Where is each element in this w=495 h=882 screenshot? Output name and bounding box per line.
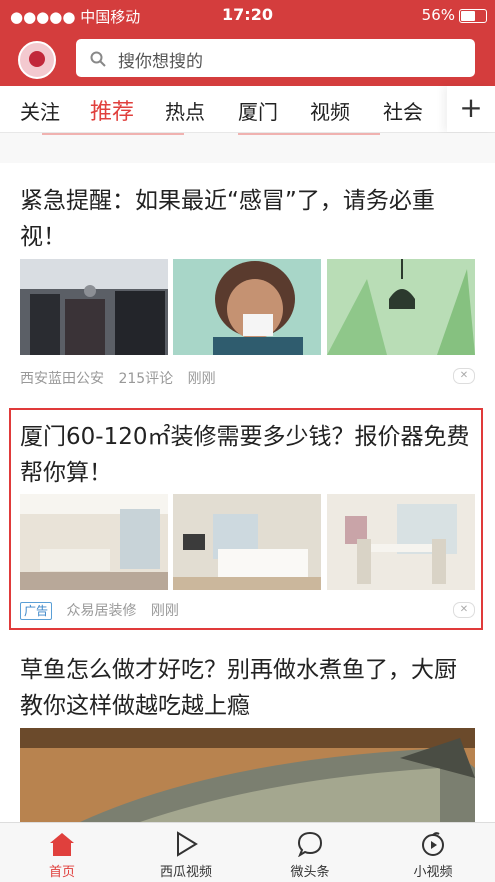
pull-indicator — [238, 133, 380, 135]
ad-title[interactable]: 厦门60-120㎡装修需要多少钱？报价器免费帮你算！ — [20, 419, 475, 491]
ad-meta: 广告 众易居装修 刚刚 — [20, 600, 475, 620]
tab-shehui[interactable]: 社会 — [383, 96, 423, 125]
article-title[interactable]: 紧急提醒：如果最近“感冒”了，请务必重视！ — [20, 183, 475, 255]
nav-weitoutiao[interactable]: 微头条 — [248, 823, 372, 882]
time-label: 刚刚 — [150, 603, 179, 619]
tab-shipin[interactable]: 视频 — [310, 96, 350, 125]
search-placeholder: 搜你想搜的 — [118, 52, 203, 72]
app-header: 搜你想搜的 — [0, 30, 495, 86]
article-meta: 西安蓝田公安 215评论 刚刚 — [20, 368, 475, 388]
article-card[interactable]: 紧急提醒：如果最近“感冒”了，请务必重视！ 西安蓝田公安 215评论 刚刚 ✕ — [20, 183, 475, 388]
short-video-icon — [422, 832, 444, 856]
article-card[interactable]: 草鱼怎么做才好吃？别再做水煮鱼了，大厨教你这样做越吃越上瘾 — [20, 652, 475, 724]
article-title[interactable]: 草鱼怎么做才好吃？别再做水煮鱼了，大厨教你这样做越吃越上瘾 — [20, 652, 475, 724]
nav-home[interactable]: 首页 — [0, 823, 124, 882]
bottom-nav: 首页 西瓜视频 微头条 小视频 — [0, 822, 495, 882]
nav-xigua-label: 西瓜视频 — [159, 865, 212, 880]
source-label: 西安蓝田公安 — [20, 371, 104, 387]
channel-tabs: 关注 推荐 热点 厦门 视频 社会 + — [0, 86, 495, 133]
pull-indicator — [42, 133, 184, 135]
refresh-area — [0, 133, 495, 163]
nav-weitoutiao-label: 微头条 — [290, 865, 330, 880]
dismiss-icon[interactable]: ✕ — [453, 602, 475, 618]
tab-tuijian[interactable]: 推荐 — [90, 94, 134, 126]
source-label: 众易居装修 — [66, 603, 137, 619]
thumbnail-bedroom[interactable] — [173, 494, 321, 590]
ad-card[interactable]: 厦门60-120㎡装修需要多少钱？报价器免费帮你算！ 广告 众易居装修 刚刚 ✕ — [20, 419, 475, 620]
thumbnail-crowd[interactable] — [20, 259, 168, 355]
nav-short-video[interactable]: 小视频 — [371, 823, 495, 882]
status-bar: ●●●●● 中国移动 17:20 56% — [0, 0, 495, 30]
thumbnail-sneeze[interactable] — [173, 259, 321, 355]
tab-guanzhu[interactable]: 关注 — [20, 96, 60, 125]
nav-xigua-video[interactable]: 西瓜视频 — [124, 823, 248, 882]
tab-xiamen[interactable]: 厦门 — [238, 96, 278, 125]
thumbnail-row — [20, 494, 475, 590]
battery-icon — [459, 9, 487, 23]
thumbnail-row — [20, 259, 475, 355]
add-channel-icon[interactable]: + — [447, 86, 495, 132]
play-icon — [177, 831, 198, 857]
time-label: 刚刚 — [187, 371, 216, 387]
article-image-fish[interactable] — [20, 728, 475, 822]
speech-bubble-icon — [297, 831, 323, 857]
nav-home-label: 首页 — [48, 865, 75, 880]
avatar[interactable] — [18, 41, 56, 79]
nav-short-video-label: 小视频 — [413, 865, 453, 880]
tab-redian[interactable]: 热点 — [165, 96, 205, 125]
thumbnail-living-room[interactable] — [20, 494, 168, 590]
thumbnail-dining-room[interactable] — [327, 494, 475, 590]
comment-count: 215评论 — [118, 371, 174, 387]
dismiss-icon[interactable]: ✕ — [453, 368, 475, 384]
battery-percent: 56% — [421, 6, 455, 24]
search-bar[interactable]: 搜你想搜的 — [76, 39, 475, 77]
thumbnail-bell[interactable] — [327, 259, 475, 355]
ad-badge: 广告 — [20, 602, 53, 620]
search-icon — [90, 51, 106, 67]
home-icon — [50, 833, 74, 856]
